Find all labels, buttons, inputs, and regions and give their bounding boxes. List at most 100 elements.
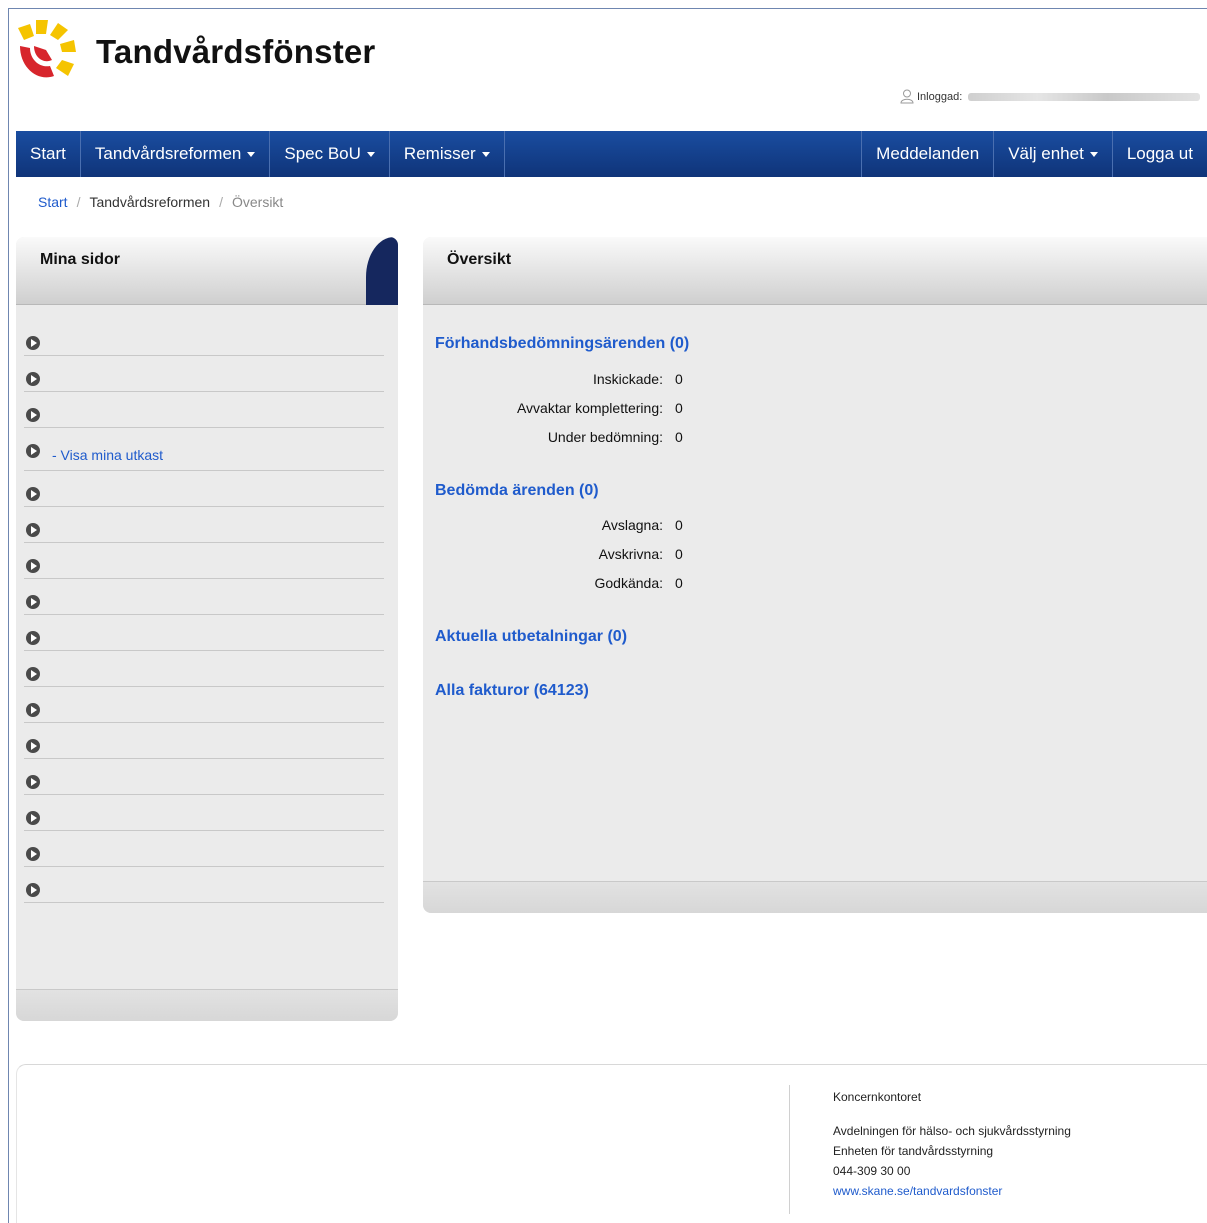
assessed-heading-link[interactable]: Bedömda ärenden (0) <box>435 482 599 500</box>
chevron-down-icon <box>1089 151 1098 157</box>
arrow-circle-icon <box>26 811 40 825</box>
logo-icon <box>18 20 76 78</box>
chevron-down-icon <box>366 151 375 157</box>
stat-label: Avslagna: <box>601 517 663 533</box>
sidebar-item[interactable]: Registrera EPI-rapport <box>24 806 384 831</box>
footer-divider <box>789 1085 790 1214</box>
sidebar-item[interactable]: Sök boendeenheter <box>24 734 384 759</box>
sidebar-item[interactable]: Mina förhandsbedömningar <box>24 367 384 392</box>
nav-tandvardsreformen[interactable]: Tandvårdsreformen <box>81 131 271 177</box>
stat-value: 0 <box>675 546 683 562</box>
sidebar-header: Mina sidor <box>16 237 398 305</box>
sidebar-item[interactable]: Mina bedömda ärenden <box>24 403 384 428</box>
stat-value: 0 <box>675 575 683 591</box>
arrow-circle-icon <box>26 595 40 609</box>
sidebar-item[interactable]: Sök patient <box>24 698 384 723</box>
nav-valj-enhet[interactable]: Välj enhet <box>994 131 1113 177</box>
arrow-circle-icon <box>26 667 40 681</box>
breadcrumb: Start / Tandvårdsreformen / Översikt <box>38 194 283 210</box>
sidebar-title: Mina sidor <box>40 251 121 268</box>
sidebar-list: Översikt Mina förhandsbedömningar Mina bed… <box>24 331 386 914</box>
nav-start[interactable]: Start <box>16 131 81 177</box>
arrow-circle-icon <box>26 444 40 458</box>
redacted-user-name <box>968 92 1201 101</box>
footer-dept: Avdelningen för hälso- och sjukvårdsstyr… <box>833 1124 1071 1138</box>
breadcrumb-separator: / <box>76 194 81 210</box>
footer-link[interactable]: www.skane.se/tandvardsfonster <box>833 1184 1002 1198</box>
stat-label: Avvaktar komplettering: <box>516 400 663 416</box>
sidebar-sub-link[interactable]: - Visa mina utkast <box>52 445 163 465</box>
stat-value: 0 <box>675 429 683 445</box>
sidebar-item[interactable]: Sök förhandsbedömning <box>24 626 384 651</box>
logged-in-label: Inloggad: <box>917 90 963 103</box>
sidebar-item[interactable]: Översikt <box>24 331 384 356</box>
sidebar-item[interactable]: Fakturera MHB <box>24 590 384 615</box>
breadcrumb-current: Översikt <box>231 194 284 210</box>
nav-meddelanden-label: Meddelanden <box>876 144 980 163</box>
prebooking-heading-link[interactable]: Förhandsbedömningsärenden (0) <box>435 335 689 353</box>
stat-value: 0 <box>675 400 683 416</box>
overview-panel: Översikt Förhandsbedömningsärenden (0) I… <box>423 237 1207 913</box>
sidebar-item[interactable]: Fakturera utbildning <box>24 554 384 579</box>
overview-footer <box>423 881 1207 913</box>
sidebar-item[interactable]: Begär förhandsbedömning- Visa mina utkas… <box>24 439 384 471</box>
chevron-down-icon <box>247 151 256 157</box>
chevron-down-icon <box>481 151 490 157</box>
breadcrumb-start[interactable]: Start <box>38 194 68 210</box>
arrow-circle-icon <box>26 487 40 501</box>
nav-logga-ut-label: Logga ut <box>1126 144 1193 163</box>
logged-in-info: Inloggad: <box>900 89 1201 104</box>
sidebar-footer <box>16 989 398 1021</box>
footer-org: Koncernkontoret <box>833 1090 922 1104</box>
arrow-circle-icon <box>26 523 40 537</box>
sidebar-item[interactable]: Sök fakturor <box>24 662 384 687</box>
stat-value: 0 <box>675 517 683 533</box>
sidebar-header-tab <box>366 237 398 305</box>
invoices-heading-link[interactable]: Alla fakturor (64123) <box>435 682 589 700</box>
page-footer: Koncernkontoret Avdelningen för hälso- o… <box>16 1064 1207 1223</box>
arrow-circle-icon <box>26 336 40 350</box>
stat-label: Inskickade: <box>592 371 663 387</box>
user-icon <box>900 89 914 104</box>
stat-label: Godkända: <box>594 575 664 591</box>
nav-spacer <box>505 131 863 177</box>
sidebar-mina-sidor: Mina sidor Översikt Mina förhandsbedömnin… <box>16 237 398 1021</box>
sidebar-item[interactable]: Fakturera ej förhandsbedömd tandvård <box>24 482 384 507</box>
nav-tandvardsreformen-label: Tandvårdsreformen <box>94 144 242 163</box>
stat-label: Under bedömning: <box>547 429 663 445</box>
main-navbar: Start Tandvårdsreformen Spec BoU Remisse… <box>16 131 1207 177</box>
stat-label: Avskrivna: <box>598 546 663 562</box>
nav-spec-bou-label: Spec BoU <box>284 144 361 163</box>
nav-start-label: Start <box>30 144 66 163</box>
arrow-circle-icon <box>26 739 40 753</box>
footer-phone: 044-309 30 00 <box>833 1164 911 1178</box>
arrow-circle-icon <box>26 775 40 789</box>
arrow-circle-icon <box>26 372 40 386</box>
sidebar-item[interactable]: Ansök F-kort <box>24 878 384 903</box>
brand-title: Tandvårdsfönster <box>96 33 376 70</box>
overview-header: Översikt <box>423 237 1207 305</box>
sidebar-item[interactable]: Registrera EPI-rapporter via fil <box>24 842 384 867</box>
footer-contact: Koncernkontoret Avdelningen för hälso- o… <box>833 1087 1071 1201</box>
payments-heading-link[interactable]: Aktuella utbetalningar (0) <box>435 628 627 646</box>
sidebar-item[interactable]: Sök EPI-rapporter <box>24 770 384 795</box>
nav-remisser-label: Remisser <box>403 144 476 163</box>
arrow-circle-icon <box>26 883 40 897</box>
nav-spec-bou[interactable]: Spec BoU <box>270 131 390 177</box>
arrow-circle-icon <box>26 847 40 861</box>
footer-unit: Enheten för tandvårdsstyrning <box>833 1144 994 1158</box>
nav-meddelanden[interactable]: Meddelanden <box>862 131 995 177</box>
stat-value: 0 <box>675 371 683 387</box>
arrow-circle-icon <box>26 703 40 717</box>
sidebar-item-text: Begär förhandsbedömning- Visa mina utkas… <box>52 443 163 465</box>
arrow-circle-icon <box>26 408 40 422</box>
nav-logga-ut[interactable]: Logga ut <box>1113 131 1207 177</box>
arrow-circle-icon <box>26 631 40 645</box>
breadcrumb-section[interactable]: Tandvårdsreformen <box>89 194 210 210</box>
nav-valj-enhet-label: Välj enhet <box>1008 144 1084 163</box>
breadcrumb-separator: / <box>219 194 223 210</box>
nav-remisser[interactable]: Remisser <box>390 131 505 177</box>
overview-title: Översikt <box>447 251 512 268</box>
arrow-circle-icon <box>26 559 40 573</box>
sidebar-item[interactable]: Fakturera N-, S- och/eller F-tandvård vi… <box>24 518 384 543</box>
